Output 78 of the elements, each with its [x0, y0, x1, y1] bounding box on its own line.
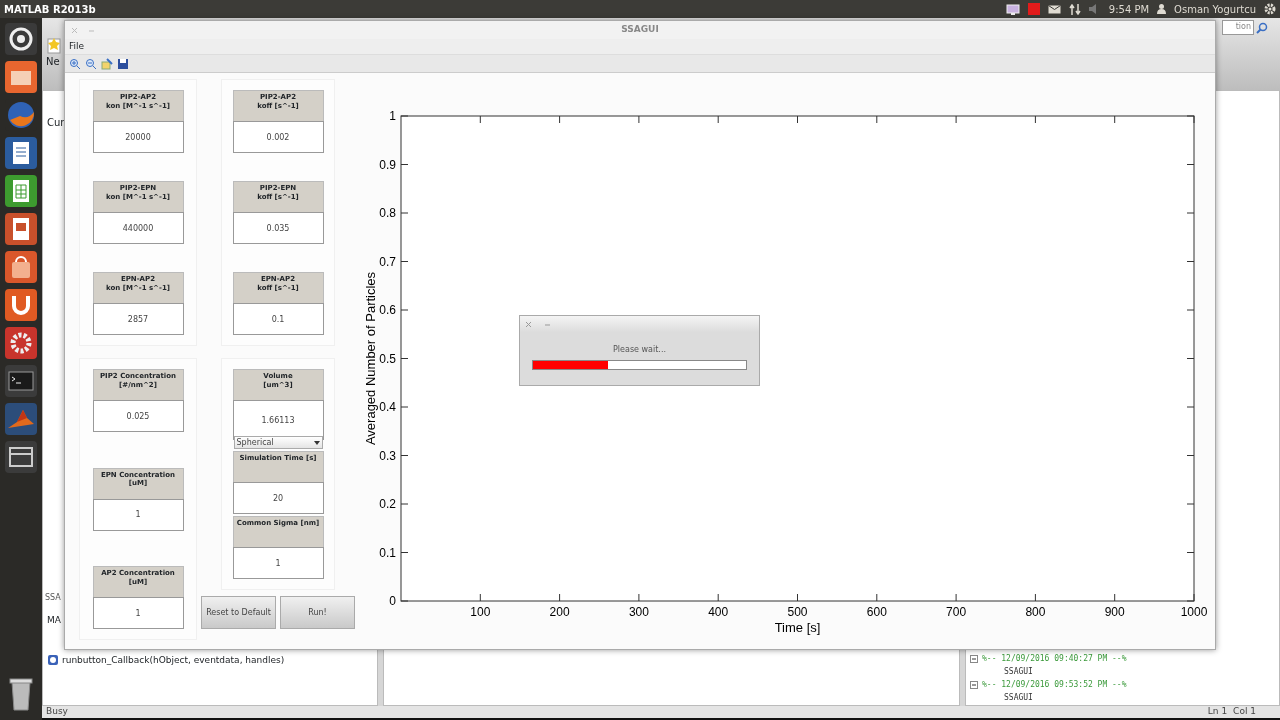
tick-label: 200: [549, 605, 570, 619]
tick-label: 100: [470, 605, 491, 619]
axis-label: Averaged Number of Particles: [363, 271, 378, 446]
tick-label: 0.4: [379, 400, 396, 414]
tick-label: 400: [708, 605, 729, 619]
push-button[interactable]: Reset to Default: [201, 596, 276, 629]
collapse-icon[interactable]: [970, 654, 978, 663]
input-field[interactable]: 1: [232, 547, 324, 579]
network-icon[interactable]: [1068, 3, 1081, 15]
document-icon[interactable]: [4, 136, 38, 170]
tick-label: 0.7: [379, 254, 396, 269]
display-icon[interactable]: [1005, 3, 1020, 15]
function-heading: MA: [47, 614, 61, 627]
folder-icon[interactable]: [4, 60, 38, 94]
workspace-icon[interactable]: [4, 440, 38, 474]
tick-label: 0.9: [379, 157, 396, 172]
clock[interactable]: 9:54 PM: [1108, 1, 1150, 17]
tick-label: 1000: [1180, 605, 1208, 619]
input-field[interactable]: 0.035: [232, 212, 324, 244]
person-icon: [1157, 4, 1167, 14]
window-title: SSAGUI: [621, 23, 659, 37]
shopping-bag-icon[interactable]: [4, 250, 38, 284]
tick-label: 0.8: [379, 206, 396, 220]
data-cursor-icon[interactable]: [101, 57, 113, 70]
app-title: MATLAB R2013b: [4, 2, 96, 17]
input-field[interactable]: 1: [92, 498, 184, 531]
status-text: Busy: [46, 705, 68, 719]
save-icon[interactable]: [117, 57, 129, 70]
input-field[interactable]: 0.002: [232, 121, 324, 153]
input-field[interactable]: 1: [92, 597, 184, 629]
toolbar-label[interactable]: Ne: [46, 54, 60, 69]
input-field[interactable]: 20: [232, 482, 324, 514]
search-icon[interactable]: [1256, 22, 1268, 34]
status-message: Please wait...: [612, 344, 667, 356]
user-name[interactable]: Osman Yogurtcu: [1174, 1, 1256, 17]
tick-label: 900: [1104, 605, 1125, 619]
tick-label: 0.6: [379, 303, 396, 317]
tick-label: 1: [389, 109, 396, 123]
search-field[interactable]: tion: [1222, 20, 1254, 35]
folder-heading: Cur: [47, 116, 66, 130]
tick-label: 0.3: [379, 448, 396, 463]
input-field[interactable]: 2857: [92, 303, 184, 335]
function-name[interactable]: runbutton_Callback(hObject, eventdata, handles): [62, 653, 285, 667]
collapse-icon[interactable]: [970, 680, 978, 689]
cursor-column: Col 1: [1233, 705, 1256, 719]
tick-label: 500: [787, 605, 808, 619]
tick-label: 300: [628, 605, 649, 619]
presentation-icon[interactable]: [4, 212, 38, 246]
tick-label: 0.5: [379, 351, 396, 366]
tick-label: 0: [389, 594, 396, 608]
function-icon: [48, 655, 58, 666]
input-field[interactable]: 20000: [92, 121, 184, 153]
envelope-icon[interactable]: [1047, 4, 1061, 14]
editor-tab[interactable]: SSA: [45, 592, 61, 604]
tick-label: 700: [946, 605, 967, 619]
history-session[interactable]: %-- 12/09/2016 09:53:52 PM --%: [982, 679, 1127, 690]
zoom-in-icon[interactable]: [69, 57, 81, 70]
input-field[interactable]: 0.1: [232, 303, 324, 335]
tick-label: 800: [1025, 605, 1046, 619]
horseshoe-icon[interactable]: [4, 288, 38, 322]
history-command[interactable]: SSAGUI: [970, 690, 1279, 705]
tick-label: 600: [866, 605, 887, 619]
history-command[interactable]: SSAGUI: [970, 664, 1279, 679]
menu-item[interactable]: File: [69, 39, 85, 54]
gear-icon[interactable]: [1264, 3, 1276, 15]
zoom-out-icon[interactable]: [85, 57, 97, 70]
spreadsheet-icon[interactable]: [4, 174, 38, 208]
input-field[interactable]: 440000: [92, 212, 184, 244]
push-button[interactable]: Run!: [280, 596, 355, 629]
peak-icon[interactable]: [4, 402, 38, 436]
input-field[interactable]: 0.025: [92, 400, 184, 432]
tick-label: 0.1: [379, 545, 396, 560]
cursor-line: Ln 1: [1207, 705, 1228, 719]
dash-icon[interactable]: [4, 22, 38, 56]
gear-icon[interactable]: [4, 326, 38, 360]
axis-label: Time [s]: [774, 620, 821, 635]
tick-label: 0.2: [379, 497, 396, 511]
history-session[interactable]: %-- 12/09/2016 09:40:27 PM --%: [982, 653, 1127, 664]
